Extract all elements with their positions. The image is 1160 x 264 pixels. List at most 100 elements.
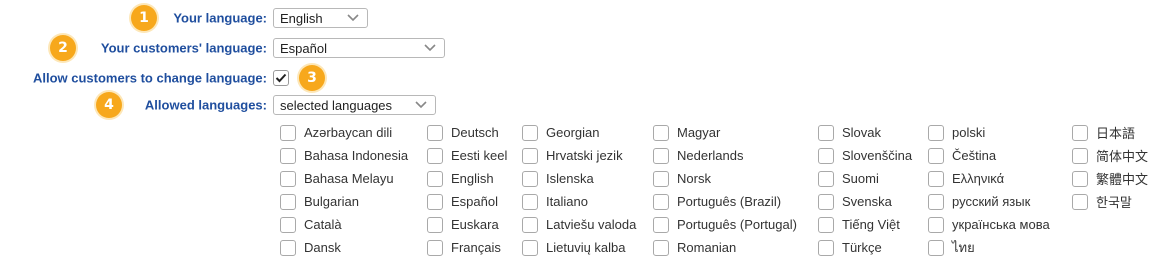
language-option[interactable]: English: [427, 167, 494, 190]
language-checkbox[interactable]: [280, 124, 296, 141]
language-option[interactable]: Català: [280, 213, 342, 236]
your-language-label: Your language:: [173, 10, 267, 26]
language-option[interactable]: Bulgarian: [280, 190, 359, 213]
language-checkbox[interactable]: [818, 147, 834, 164]
language-option[interactable]: Georgian: [522, 121, 599, 144]
language-option[interactable]: Tiếng Việt: [818, 213, 900, 236]
language-option[interactable]: Português (Portugal): [653, 213, 797, 236]
language-option[interactable]: Latviešu valoda: [522, 213, 636, 236]
chevron-down-icon: [424, 44, 436, 52]
language-checkbox[interactable]: [427, 216, 443, 233]
language-option[interactable]: Norsk: [653, 167, 711, 190]
language-checkbox[interactable]: [928, 170, 944, 187]
language-checkbox[interactable]: [427, 239, 443, 256]
language-checkbox[interactable]: [522, 216, 538, 233]
language-option[interactable]: Español: [427, 190, 498, 213]
customers-language-label: Your customers' language:: [100, 40, 267, 56]
language-checkbox[interactable]: [818, 193, 834, 210]
customers-language-row: 2 Your customers' language: Español: [0, 35, 1160, 61]
language-option[interactable]: Ελληνικά: [928, 167, 1004, 190]
language-option[interactable]: Türkçe: [818, 236, 882, 259]
language-checkbox[interactable]: [1072, 147, 1088, 164]
language-checkbox[interactable]: [427, 193, 443, 210]
language-option[interactable]: Islenska: [522, 167, 594, 190]
language-checkbox[interactable]: [427, 147, 443, 164]
allowed-languages-label: Allowed languages:: [144, 97, 267, 113]
language-checkbox[interactable]: [653, 239, 669, 256]
language-option[interactable]: Italiano: [522, 190, 588, 213]
language-checkbox[interactable]: [280, 147, 296, 164]
language-checkbox[interactable]: [653, 124, 669, 141]
language-option[interactable]: Čeština: [928, 144, 996, 167]
language-checkbox[interactable]: [1072, 170, 1088, 187]
language-option[interactable]: русский язык: [928, 190, 1030, 213]
language-checkbox[interactable]: [1072, 193, 1088, 210]
language-checkbox[interactable]: [522, 124, 538, 141]
language-option[interactable]: 简体中文: [1072, 144, 1148, 167]
allow-change-row: Allow customers to change language: 3: [0, 65, 1160, 91]
language-checkbox[interactable]: [427, 170, 443, 187]
language-checkbox[interactable]: [818, 239, 834, 256]
language-checkbox[interactable]: [280, 170, 296, 187]
language-checkbox[interactable]: [522, 170, 538, 187]
language-checkbox[interactable]: [818, 170, 834, 187]
your-language-value: English: [280, 10, 323, 26]
allowed-languages-value: selected languages: [280, 97, 393, 113]
step-badge-4: 4: [96, 92, 122, 118]
language-option[interactable]: 日本語: [1072, 121, 1135, 144]
step-badge-1: 1: [131, 5, 157, 31]
language-option[interactable]: Svenska: [818, 190, 892, 213]
language-option[interactable]: Romanian: [653, 236, 736, 259]
language-option[interactable]: Euskara: [427, 213, 499, 236]
language-checkbox[interactable]: [427, 124, 443, 141]
language-checkbox[interactable]: [818, 124, 834, 141]
language-option[interactable]: Dansk: [280, 236, 341, 259]
language-checkbox[interactable]: [928, 147, 944, 164]
allow-change-checkbox[interactable]: [273, 70, 289, 86]
customers-language-select[interactable]: Español: [273, 38, 445, 58]
language-checkbox[interactable]: [653, 170, 669, 187]
step-badge-3: 3: [299, 65, 325, 91]
language-option[interactable]: Magyar: [653, 121, 720, 144]
checkmark-icon: [275, 73, 287, 83]
language-option[interactable]: Slovak: [818, 121, 881, 144]
language-option[interactable]: Hrvatski jezik: [522, 144, 623, 167]
language-option[interactable]: Bahasa Indonesia: [280, 144, 408, 167]
language-option[interactable]: Deutsch: [427, 121, 499, 144]
language-checkbox[interactable]: [928, 216, 944, 233]
language-option[interactable]: Suomi: [818, 167, 879, 190]
language-checkbox[interactable]: [522, 147, 538, 164]
language-option[interactable]: Eesti keel: [427, 144, 507, 167]
language-option[interactable]: українська мова: [928, 213, 1050, 236]
language-checkbox[interactable]: [818, 216, 834, 233]
language-option[interactable]: Nederlands: [653, 144, 744, 167]
language-option[interactable]: Bahasa Melayu: [280, 167, 394, 190]
language-checkbox[interactable]: [653, 147, 669, 164]
allowed-languages-row: 4 Allowed languages: selected languages: [0, 92, 1160, 118]
language-checkbox[interactable]: [522, 193, 538, 210]
language-option[interactable]: Français: [427, 236, 501, 259]
language-option[interactable]: Lietuvių kalba: [522, 236, 626, 259]
step-badge-2: 2: [50, 35, 76, 61]
language-option[interactable]: ไทย: [928, 236, 975, 259]
language-option[interactable]: 한국말: [1072, 190, 1132, 213]
language-checkbox[interactable]: [653, 216, 669, 233]
language-option[interactable]: 繁體中文: [1072, 167, 1148, 190]
language-checkbox[interactable]: [280, 193, 296, 210]
language-checkbox[interactable]: [522, 239, 538, 256]
language-checkbox[interactable]: [280, 216, 296, 233]
your-language-select[interactable]: English: [273, 8, 368, 28]
language-option[interactable]: polski: [928, 121, 985, 144]
allowed-languages-select[interactable]: selected languages: [273, 95, 436, 115]
language-checkbox[interactable]: [928, 239, 944, 256]
language-checkbox[interactable]: [653, 193, 669, 210]
chevron-down-icon: [347, 14, 359, 22]
language-checkbox[interactable]: [280, 239, 296, 256]
language-checkbox[interactable]: [928, 193, 944, 210]
language-checkbox[interactable]: [928, 124, 944, 141]
language-checkbox[interactable]: [1072, 124, 1088, 141]
language-option[interactable]: Português (Brazil): [653, 190, 781, 213]
your-language-row: 1 Your language: English: [0, 5, 1160, 31]
language-option[interactable]: Azərbaycan dili: [280, 121, 392, 144]
language-option[interactable]: Slovenščina: [818, 144, 912, 167]
